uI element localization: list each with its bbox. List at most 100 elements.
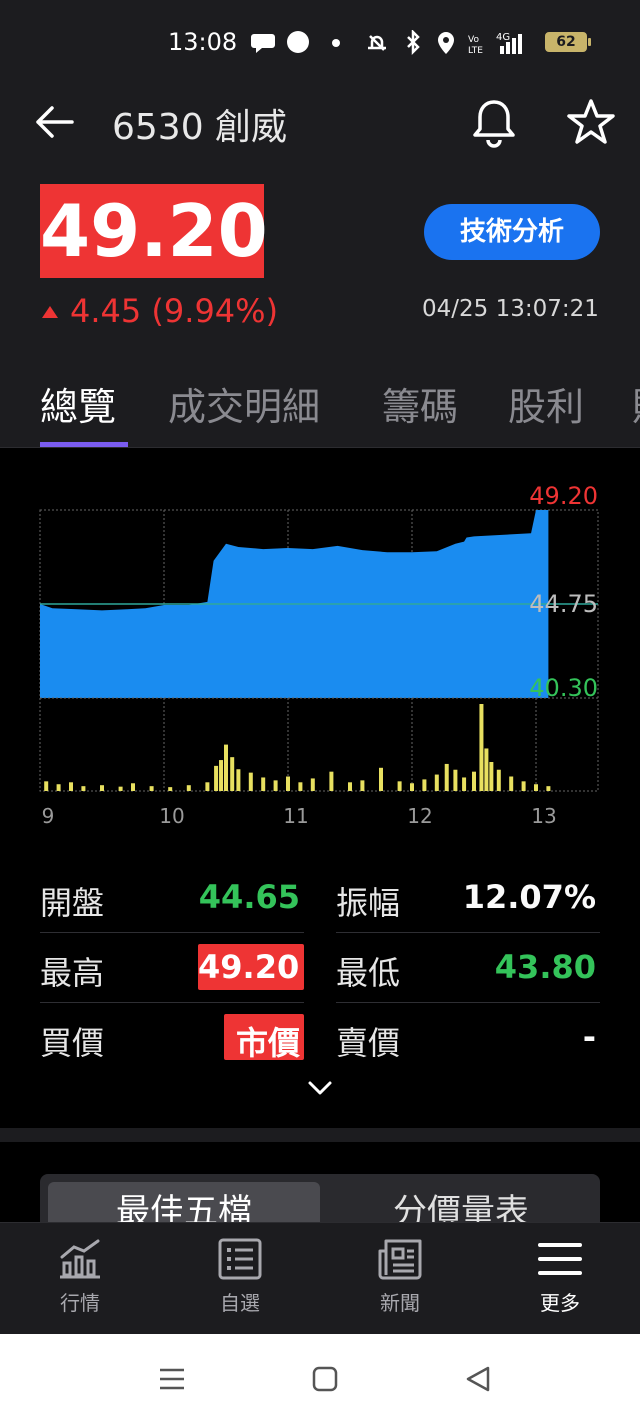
volume-bar <box>100 785 104 791</box>
svg-text:4G: 4G <box>496 32 510 43</box>
volume-bar <box>397 781 402 791</box>
volume-bar <box>273 780 278 791</box>
volume-bar <box>186 785 191 791</box>
volume-bar <box>453 769 458 791</box>
intraday-chart[interactable]: 49.20 44.75 40.30 9 10 11 12 13 <box>0 448 640 848</box>
volume-bar <box>472 771 476 791</box>
bottom-navigation: 行情 自選 新聞 更多 <box>0 1222 640 1334</box>
stock-title: 6530 創威 <box>112 107 288 148</box>
volume-bar <box>410 783 414 791</box>
home-icon[interactable] <box>305 1362 345 1396</box>
nav-news[interactable]: 新聞 <box>350 1237 450 1327</box>
tab-price-volume[interactable]: 分價量表 <box>330 1182 592 1222</box>
price-change: 4.45 (9.94%) <box>70 292 279 330</box>
recent-apps-icon[interactable] <box>152 1362 192 1396</box>
high-value: 49.20 <box>198 948 300 986</box>
status-icons: Vo LTE 4G <box>251 30 522 56</box>
quote-stats: 開盤 44.65 振幅 12.07% 最高 49.20 最低 43.80 買價 … <box>0 860 640 1128</box>
volume-bar <box>484 748 489 791</box>
volume-bar <box>348 782 352 791</box>
volume-bar <box>521 781 526 791</box>
amplitude-label: 振幅 <box>336 884 401 922</box>
svg-text:LTE: LTE <box>468 46 483 56</box>
volume-bar <box>81 786 86 791</box>
tab-overview[interactable]: 總覽 <box>40 376 116 431</box>
volume-bar <box>44 781 49 791</box>
x-tick-label: 10 <box>159 804 184 828</box>
mute-icon <box>368 35 386 51</box>
technical-analysis-button[interactable]: 技術分析 <box>424 204 600 260</box>
volume-bar <box>310 778 315 791</box>
nav-label: 自選 <box>220 1291 260 1315</box>
open-label: 開盤 <box>40 884 105 922</box>
volume-bar <box>479 704 484 791</box>
section-divider <box>0 1128 640 1142</box>
tab-trade-details[interactable]: 成交明細 <box>168 376 320 431</box>
order-book-section: 最佳五檔 分價量表 <box>0 1142 640 1222</box>
intraday-chart-svg: 49.20 44.75 40.30 9 10 11 12 13 <box>39 482 599 828</box>
back-triangle-icon[interactable] <box>458 1362 498 1396</box>
messenger-icon <box>287 31 309 53</box>
volume-bar <box>69 782 73 791</box>
x-tick-label: 13 <box>531 804 556 828</box>
volume-bar <box>219 760 224 791</box>
chart-icon <box>60 1239 100 1279</box>
low-label: 最低 <box>336 954 401 992</box>
news-icon <box>378 1239 422 1280</box>
price-badge: 49.20 <box>40 184 268 278</box>
volume-bar <box>329 771 334 791</box>
nav-label: 新聞 <box>380 1291 420 1315</box>
star-icon[interactable] <box>566 98 616 146</box>
volume-bar <box>205 782 210 791</box>
volume-bar <box>444 763 449 791</box>
volume-bar <box>422 779 427 791</box>
volume-bar <box>462 777 467 791</box>
volume-bar <box>248 772 253 791</box>
menu-icon <box>538 1243 582 1275</box>
amplitude-value: 12.07% <box>462 878 596 916</box>
row-divider <box>336 1002 600 1003</box>
nav-label: 更多 <box>540 1291 580 1315</box>
back-arrow-icon[interactable] <box>34 104 78 140</box>
volume-bar <box>56 784 61 791</box>
x-tick-label: 9 <box>42 804 55 828</box>
open-value: 44.65 <box>198 878 300 916</box>
y-label-low: 40.30 <box>529 674 598 702</box>
volume-bar <box>534 784 538 791</box>
volume-bar <box>131 783 135 791</box>
volume-bar <box>546 786 551 791</box>
volume-bar <box>168 787 173 791</box>
low-value: 43.80 <box>494 948 596 986</box>
volume-bar <box>118 786 123 791</box>
system-navigation-bar <box>0 1334 640 1422</box>
tab-chips[interactable]: 籌碼 <box>382 376 458 431</box>
bell-icon[interactable] <box>470 98 518 148</box>
volume-bar <box>298 782 303 791</box>
up-arrow-icon <box>42 306 58 318</box>
chevron-down-icon[interactable] <box>306 1078 334 1098</box>
tab-dividends[interactable]: 股利 <box>508 376 584 431</box>
y-label-reference: 44.75 <box>529 590 598 618</box>
volume-bar <box>434 774 439 791</box>
nav-market[interactable]: 行情 <box>30 1237 130 1327</box>
tab-more-overflow[interactable]: 財 <box>632 376 640 431</box>
row-divider <box>336 932 600 933</box>
tab-bar: 總覽 成交明細 籌碼 股利 財 <box>0 376 640 448</box>
volume-bar <box>214 765 219 791</box>
ask-label: 賣價 <box>336 1024 401 1062</box>
volume-bar <box>360 780 365 791</box>
nav-watchlist[interactable]: 自選 <box>190 1237 290 1327</box>
battery-icon: 62 <box>545 32 591 52</box>
tab-best-five[interactable]: 最佳五檔 <box>48 1182 320 1222</box>
y-label-high: 49.20 <box>529 482 598 510</box>
volume-bar <box>224 744 228 791</box>
quote-timestamp: 04/25 13:07:21 <box>422 296 599 322</box>
volume-bar <box>509 776 514 791</box>
chat-bubble-icon <box>251 34 275 53</box>
high-label: 最高 <box>40 954 105 992</box>
active-tab-indicator <box>40 442 128 447</box>
signal-icon: 4G <box>496 32 522 54</box>
nav-more[interactable]: 更多 <box>510 1237 610 1327</box>
bluetooth-icon <box>407 30 420 56</box>
stock-header: 6530 創威 49.20 技術分析 4.45 (9.94%) 04/25 13… <box>0 86 640 448</box>
